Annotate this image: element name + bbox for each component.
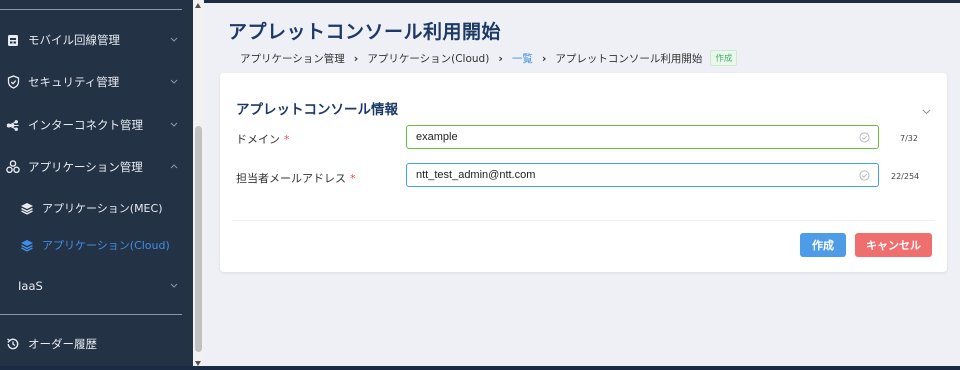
chevron-down-icon <box>168 279 180 291</box>
sidebar-scrollbar[interactable] <box>193 0 204 370</box>
chevron-right-icon: › <box>498 51 503 65</box>
sidebar-item-label: オーダー履歴 <box>28 337 97 351</box>
domain-label: ドメイン * <box>236 131 290 147</box>
breadcrumb: アプリケーション管理 › アプリケーション(Cloud) › 一覧 › アプレッ… <box>240 50 738 66</box>
sidebar-item-label: セキュリティ管理 <box>28 75 120 89</box>
scrollbar-thumb[interactable] <box>195 126 202 352</box>
sidebar-item-application[interactable]: アプリケーション管理 <box>0 155 190 179</box>
chevron-right-icon: › <box>541 51 547 65</box>
chevron-down-icon[interactable] <box>922 100 932 115</box>
sidebar-item-label: モバイル回線管理 <box>28 33 120 47</box>
breadcrumb-item[interactable]: アプリケーション(Cloud) <box>367 51 489 66</box>
domain-char-counter: 7/32 <box>900 134 918 143</box>
chevron-down-icon <box>168 118 180 130</box>
domain-label-text: ドメイン <box>236 133 280 146</box>
check-circle-icon <box>859 170 870 181</box>
domain-input[interactable]: example <box>406 125 879 149</box>
sidebar-subitem-label: アプリケーション(Cloud) <box>42 239 170 252</box>
email-label: 担当者メールアドレス * <box>236 170 356 186</box>
scroll-up-arrow-icon[interactable] <box>195 3 201 8</box>
network-icon <box>6 118 20 132</box>
chevron-right-icon: › <box>353 51 359 65</box>
sidebar: モバイル回線管理 セキュリティ管理 インターコネクト管理 アプリケーション管理 … <box>0 0 193 370</box>
sidebar-item-security[interactable]: セキュリティ管理 <box>0 70 190 94</box>
sidebar-item-label: アプリケーション管理 <box>28 160 143 174</box>
sidebar-subitem-cloud[interactable]: アプリケーション(Cloud) <box>0 233 190 257</box>
email-label-text: 担当者メールアドレス <box>236 172 346 185</box>
sidebar-item-label: IaaS <box>18 279 43 293</box>
email-char-counter: 22/254 <box>891 172 920 181</box>
bottom-border <box>0 366 960 370</box>
create-button[interactable]: 作成 <box>800 233 846 257</box>
email-input[interactable]: ntt_test_admin@ntt.com <box>406 163 879 187</box>
card-divider <box>232 220 935 221</box>
section-title: アプレットコンソール情報 <box>236 102 398 118</box>
sidebar-item-order-history[interactable]: オーダー履歴 <box>0 332 190 356</box>
breadcrumb-item[interactable]: アプリケーション管理 <box>240 51 345 66</box>
breadcrumb-item-current: アプレットコンソール利用開始 <box>555 52 703 65</box>
sidebar-subitem-label: アプリケーション(MEC) <box>42 202 163 215</box>
applet-console-form-card: アプレットコンソール情報 ドメイン * example 7/32 担当者メールアド… <box>220 73 947 272</box>
chevron-down-icon <box>168 33 180 45</box>
sidebar-item-iaas[interactable]: IaaS <box>0 274 190 298</box>
mode-badge: 作成 <box>710 50 738 66</box>
page-title: アプレットコンソール利用開始 <box>228 21 502 43</box>
history-icon <box>6 337 20 351</box>
check-circle-icon <box>859 132 870 143</box>
layers-icon <box>20 238 34 252</box>
chevron-down-icon <box>168 75 180 87</box>
sidebar-item-label: インターコネクト管理 <box>28 118 143 132</box>
layers-icon <box>20 201 34 215</box>
chevron-up-icon <box>168 160 180 172</box>
email-input-value: ntt_test_admin@ntt.com <box>416 169 536 181</box>
top-border <box>204 0 960 3</box>
sidebar-divider <box>0 314 182 315</box>
apps-icon <box>6 160 20 174</box>
shield-check-icon <box>6 75 20 89</box>
required-mark: * <box>284 133 290 146</box>
cancel-button[interactable]: キャンセル <box>855 233 932 257</box>
sim-card-icon <box>6 33 20 47</box>
breadcrumb-item-list-link[interactable]: 一覧 <box>512 51 533 66</box>
sidebar-item-interconnect[interactable]: インターコネクト管理 <box>0 113 190 137</box>
required-mark: * <box>350 172 356 185</box>
domain-input-value: example <box>416 131 458 143</box>
sidebar-item-mobile-line[interactable]: モバイル回線管理 <box>0 28 190 52</box>
sidebar-subitem-mec[interactable]: アプリケーション(MEC) <box>0 196 190 220</box>
sidebar-top-divider <box>0 9 182 10</box>
